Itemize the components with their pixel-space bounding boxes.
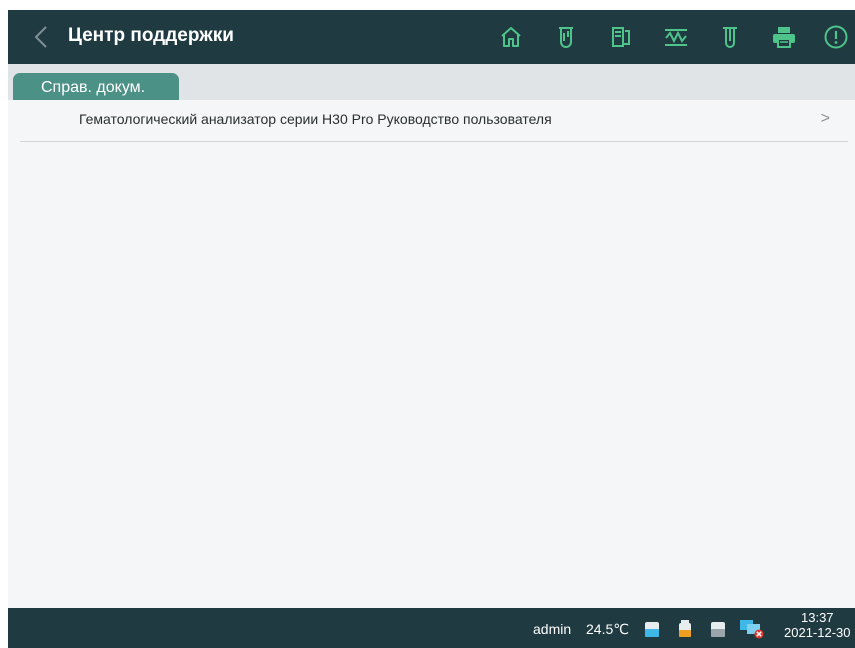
home-icon [501, 27, 521, 47]
reagent-bottle-orange-icon[interactable] [678, 620, 692, 638]
clock-time: 13:37 [801, 610, 834, 625]
page-title: Центр поддержки [68, 25, 234, 46]
tab-reference-docs[interactable]: Справ. докум. [13, 73, 179, 100]
reagent-bottle-blue-icon[interactable] [644, 620, 660, 638]
export-icon [612, 27, 630, 47]
sample-tube-icon [723, 27, 737, 48]
back-button[interactable] [26, 22, 56, 52]
alert-button[interactable] [821, 22, 851, 52]
print-button[interactable] [769, 22, 799, 52]
test-tube-icon [559, 27, 573, 48]
clock-date: 2021-12-30 [784, 625, 851, 640]
user-name: admin [533, 621, 572, 637]
export-button[interactable] [606, 22, 636, 52]
top-bar: Центр поддержки [8, 10, 855, 64]
waveform-button[interactable] [661, 22, 691, 52]
main-content: Справ. докум. Гематологический анализато… [8, 64, 855, 608]
list-item[interactable]: Гематологический анализатор серии H30 Pr… [20, 100, 848, 142]
alert-icon [824, 25, 848, 49]
network-disconnected-icon[interactable] [739, 617, 765, 639]
test-tube-button[interactable] [551, 22, 581, 52]
home-button[interactable] [496, 22, 526, 52]
temperature-readout: 24.5℃ [586, 621, 629, 637]
document-list: Гематологический анализатор серии H30 Pr… [8, 100, 855, 608]
chevron-right-icon: > [820, 110, 830, 127]
app-window: Центр поддержки Справ. докум. Гематологи… [8, 10, 855, 648]
waveform-icon [665, 29, 687, 46]
sample-tube-button[interactable] [715, 22, 745, 52]
reagent-bottle-gray-icon[interactable] [710, 620, 726, 638]
document-title: Гематологический анализатор серии H30 Pr… [79, 111, 552, 127]
printer-icon [773, 27, 795, 48]
chevron-left-icon [34, 26, 47, 48]
status-bar: admin 24.5℃ 13:37 2021-12-30 [8, 608, 855, 648]
